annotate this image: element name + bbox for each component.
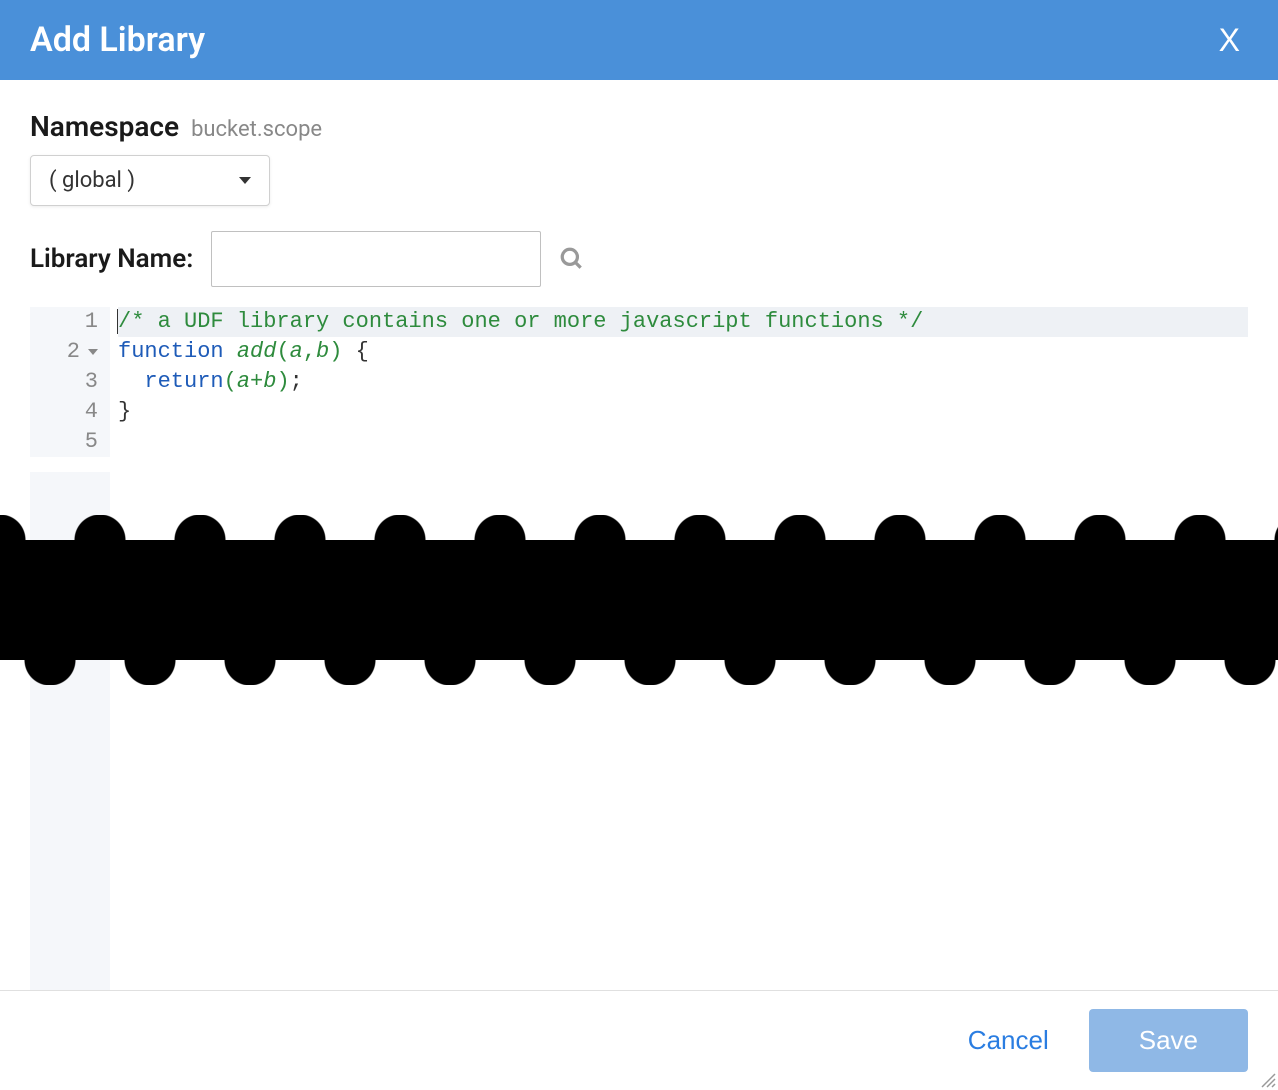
save-button[interactable]: Save (1089, 1009, 1248, 1072)
namespace-label: Namespace (30, 110, 179, 143)
resize-handle[interactable] (1258, 1070, 1276, 1088)
line-number: 1 (50, 307, 98, 337)
line-number: 4 (50, 397, 98, 427)
library-name-field: Library Name: (30, 231, 1248, 287)
code-line (118, 427, 1248, 457)
line-number: 3 (50, 367, 98, 397)
editor-gutter: 1 2 3 4 5 (30, 307, 110, 457)
code-line: } (118, 397, 1248, 427)
torn-edge-decoration (0, 540, 1278, 660)
close-icon: X (1219, 22, 1240, 58)
namespace-field: Namespace bucket.scope ( global ) (30, 110, 1248, 206)
code-content[interactable]: /* a UDF library contains one or more ja… (110, 307, 1248, 457)
search-icon[interactable] (559, 246, 585, 272)
library-name-label: Library Name: (30, 244, 193, 274)
cancel-button[interactable]: Cancel (968, 1025, 1049, 1056)
code-line: return(a+b); (118, 367, 1248, 397)
line-number: 5 (50, 427, 98, 457)
namespace-selected-value: ( global ) (49, 168, 135, 193)
code-editor[interactable]: 1 2 3 4 5 /* a UDF library contains one … (30, 307, 1248, 457)
namespace-hint: bucket.scope (191, 117, 322, 142)
namespace-dropdown[interactable]: ( global ) (30, 155, 270, 206)
code-line: /* a UDF library contains one or more ja… (118, 307, 1248, 337)
chevron-down-icon (239, 177, 251, 184)
dialog-title: Add Library (30, 20, 205, 60)
dialog-body: Namespace bucket.scope ( global ) Librar… (0, 80, 1278, 457)
line-number: 2 (50, 337, 98, 367)
close-button[interactable]: X (1211, 22, 1248, 59)
fold-icon[interactable] (88, 349, 98, 355)
code-line: function add(a,b) { (118, 337, 1248, 367)
dialog-footer: Cancel Save (0, 990, 1278, 1090)
dialog-header: Add Library X (0, 0, 1278, 80)
library-name-input[interactable] (211, 231, 541, 287)
